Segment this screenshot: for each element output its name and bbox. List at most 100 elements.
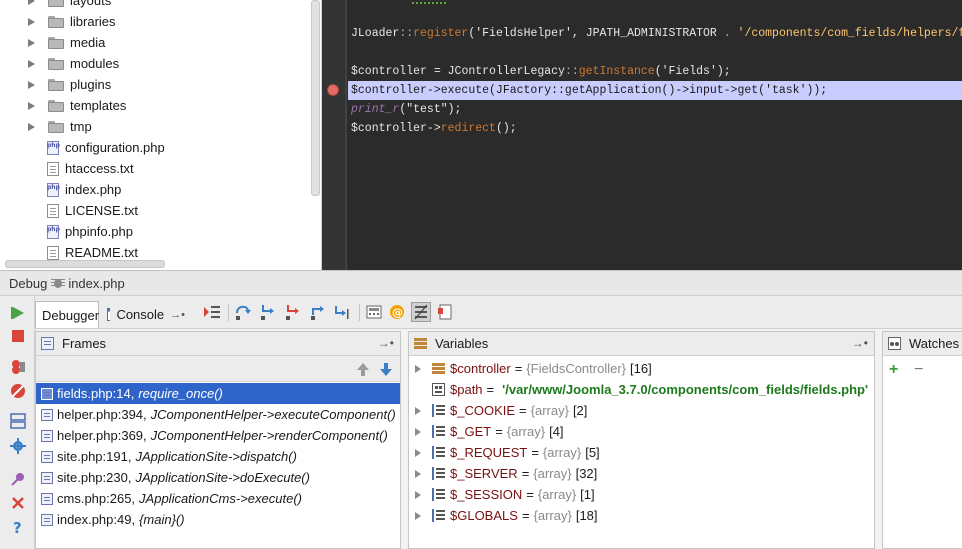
expand-arrow-icon[interactable] bbox=[415, 511, 423, 520]
pin-arrow-icon[interactable]: →• bbox=[170, 309, 185, 321]
variable-row[interactable]: $GLOBALS = {array} [18] bbox=[409, 505, 874, 526]
code-line[interactable]: print_r("test"); bbox=[348, 100, 962, 119]
expand-arrow-icon[interactable] bbox=[415, 448, 423, 457]
variable-row[interactable]: $_REQUEST = {array} [5] bbox=[409, 442, 874, 463]
expand-arrow-icon[interactable] bbox=[415, 490, 423, 499]
tree-item[interactable]: templates bbox=[0, 95, 126, 116]
code-line[interactable] bbox=[348, 43, 962, 62]
expand-arrow-icon[interactable] bbox=[27, 0, 37, 6]
tree-item[interactable]: LICENSE.txt bbox=[0, 200, 138, 221]
frame-row[interactable]: helper.php:394, JComponentHelper->execute… bbox=[36, 404, 400, 425]
frame-file: index.php:49, bbox=[57, 512, 136, 527]
add-watch-button[interactable]: + bbox=[889, 362, 898, 378]
console-icon bbox=[107, 308, 111, 321]
evaluate-in-console-button[interactable]: @ bbox=[387, 302, 407, 322]
expand-arrow-icon[interactable] bbox=[415, 427, 423, 436]
tree-item[interactable]: php configuration.php bbox=[0, 137, 165, 158]
show-execution-point-button[interactable] bbox=[202, 302, 222, 322]
editor-gutter[interactable] bbox=[322, 0, 346, 270]
variable-row[interactable]: $path = '/var/www/Joomla_3.7.0/components/… bbox=[409, 379, 874, 400]
tree-item[interactable]: modules bbox=[0, 53, 119, 74]
tree-item[interactable]: htaccess.txt bbox=[0, 158, 134, 179]
evaluate-expression-button[interactable] bbox=[364, 302, 384, 322]
tab-console-label: Console bbox=[116, 307, 165, 322]
debug-config-name[interactable]: index.php bbox=[68, 276, 124, 291]
force-step-into-button[interactable] bbox=[283, 302, 303, 322]
expand-arrow-icon[interactable] bbox=[27, 122, 37, 132]
variable-row[interactable]: $_COOKIE = {array} [2] bbox=[409, 400, 874, 421]
stop-button[interactable] bbox=[9, 327, 27, 345]
variable-type: {array} bbox=[537, 487, 577, 502]
expand-arrow-icon[interactable] bbox=[27, 59, 37, 69]
code-line[interactable]: $controller = JControllerLegacy::getInst… bbox=[348, 62, 962, 81]
variable-row[interactable]: $_SESSION = {array} [1] bbox=[409, 484, 874, 505]
project-vertical-scrollbar[interactable] bbox=[311, 0, 320, 196]
code-token: '); bbox=[709, 65, 731, 78]
expand-arrow-icon[interactable] bbox=[27, 38, 37, 48]
step-out-button[interactable] bbox=[308, 302, 328, 322]
frame-row[interactable]: helper.php:369, JComponentHelper->renderC… bbox=[36, 425, 400, 446]
code-line[interactable]: JLoader::register('FieldsHelper', JPATH_… bbox=[348, 24, 962, 43]
tab-debugger[interactable]: Debugger bbox=[35, 301, 99, 328]
code-line[interactable]: $controller->redirect(); bbox=[348, 119, 962, 138]
restore-layout-button[interactable] bbox=[435, 302, 455, 322]
tree-item[interactable]: plugins bbox=[0, 74, 111, 95]
mute-breakpoints-button[interactable] bbox=[9, 382, 27, 400]
expand-arrow-icon[interactable] bbox=[27, 80, 37, 90]
tree-item-label: libraries bbox=[70, 14, 116, 29]
step-over-button[interactable] bbox=[233, 302, 253, 322]
arrow-down-icon[interactable] bbox=[379, 361, 393, 377]
tab-console[interactable]: Console →• bbox=[101, 301, 191, 328]
expand-arrow-icon[interactable] bbox=[415, 469, 423, 478]
array-icon bbox=[432, 446, 445, 459]
variable-name: $path bbox=[450, 382, 483, 397]
resume-button[interactable] bbox=[9, 304, 27, 322]
breakpoints-icon bbox=[12, 360, 25, 374]
remove-watch-button[interactable]: − bbox=[914, 362, 923, 378]
expand-arrow-icon[interactable] bbox=[415, 364, 423, 373]
variable-row[interactable]: $_SERVER = {array} [32] bbox=[409, 463, 874, 484]
settings-button[interactable] bbox=[9, 437, 27, 455]
frame-row[interactable]: site.php:230, JApplicationSite->doExecute… bbox=[36, 467, 400, 488]
tree-item[interactable]: media bbox=[0, 32, 105, 53]
debug-side-toolbar: ? bbox=[0, 296, 35, 549]
layout-button[interactable] bbox=[9, 412, 27, 430]
variable-row[interactable]: $controller = {FieldsController} [16] bbox=[409, 358, 874, 379]
frames-icon bbox=[41, 337, 54, 350]
toggle-show-values-button[interactable] bbox=[411, 302, 431, 322]
arrow-up-icon[interactable] bbox=[356, 361, 370, 377]
code-token: register bbox=[413, 27, 469, 40]
folder-icon bbox=[48, 36, 64, 49]
frame-row[interactable]: cms.php:265, JApplicationCms->execute() bbox=[36, 488, 400, 509]
frame-function: {main}() bbox=[139, 512, 185, 527]
tree-item[interactable]: tmp bbox=[0, 116, 92, 137]
folder-icon bbox=[48, 99, 64, 112]
expand-arrow-icon[interactable] bbox=[27, 17, 37, 27]
pin-arrow-icon[interactable]: →• bbox=[378, 336, 394, 350]
frame-row[interactable]: site.php:191, JApplicationSite->dispatch(… bbox=[36, 446, 400, 467]
frame-row[interactable]: index.php:49, {main}() bbox=[36, 509, 400, 530]
step-into-button[interactable] bbox=[258, 302, 278, 322]
tree-item-label: media bbox=[70, 35, 106, 50]
tree-item-layouts[interactable]: layouts bbox=[0, 0, 111, 11]
pin-arrow-icon[interactable]: →• bbox=[852, 336, 868, 350]
help-button[interactable]: ? bbox=[9, 518, 27, 536]
frame-row[interactable]: fields.php:14, require_once() bbox=[36, 383, 400, 404]
equals-sign: = bbox=[531, 445, 539, 460]
current-execution-line[interactable]: $controller->execute(JFactory::getApplic… bbox=[348, 81, 962, 100]
breakpoint-icon[interactable] bbox=[327, 84, 339, 96]
view-breakpoints-button[interactable] bbox=[9, 358, 27, 376]
tree-item[interactable]: libraries bbox=[0, 11, 116, 32]
variable-row[interactable]: $_GET = {array} [4] bbox=[409, 421, 874, 442]
expand-arrow-icon[interactable] bbox=[415, 406, 423, 415]
close-button[interactable] bbox=[9, 494, 27, 512]
expand-arrow-icon[interactable] bbox=[27, 101, 37, 111]
warning-squiggle bbox=[412, 0, 446, 4]
code-editor[interactable]: JLoader::register('FieldsHelper', JPATH_… bbox=[322, 0, 962, 270]
tree-item[interactable]: php index.php bbox=[0, 179, 121, 200]
project-horizontal-scrollbar[interactable] bbox=[5, 260, 165, 268]
watches-header: Watches bbox=[883, 332, 962, 356]
tree-item[interactable]: php phpinfo.php bbox=[0, 221, 133, 242]
pin-tab-button[interactable] bbox=[9, 470, 27, 488]
run-to-cursor-button[interactable] bbox=[333, 302, 353, 322]
